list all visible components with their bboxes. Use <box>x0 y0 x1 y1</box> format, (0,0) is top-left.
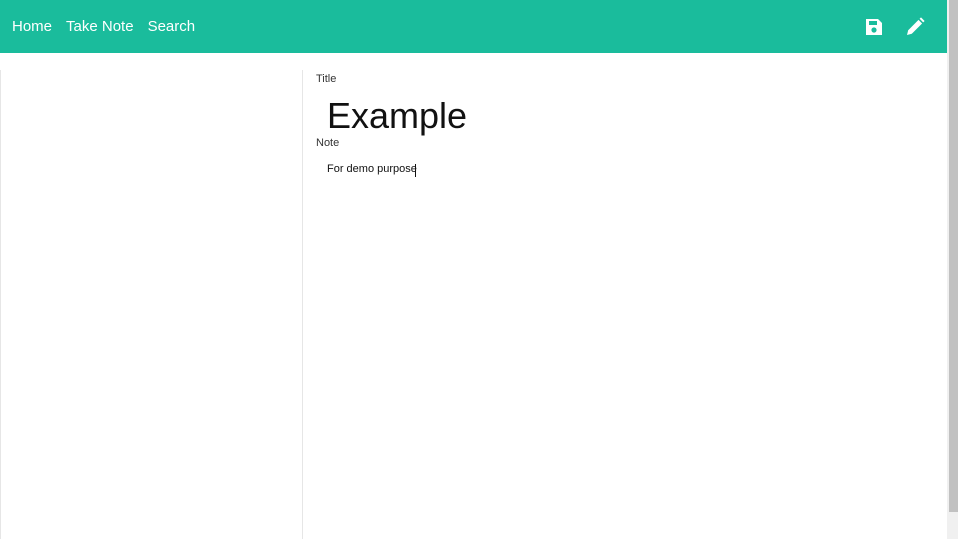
nav-links: Home Take Note Search <box>0 18 209 35</box>
nav-home-link[interactable]: Home <box>12 18 52 35</box>
edit-button[interactable] <box>904 16 926 38</box>
title-input[interactable] <box>316 90 927 142</box>
page-scrollbar[interactable] <box>947 0 958 539</box>
save-icon <box>866 18 882 35</box>
nav-search-link[interactable]: Search <box>148 18 196 35</box>
app-page: Home Take Note Search Title No <box>0 0 958 539</box>
save-button[interactable] <box>863 16 885 38</box>
top-navbar: Home Take Note Search <box>0 0 947 53</box>
note-textarea[interactable]: For demo purpose <box>316 160 927 363</box>
title-label: Title <box>316 73 337 85</box>
note-editor: Title Note For demo purpose <box>304 70 947 539</box>
notes-sidebar <box>0 70 303 539</box>
text-caret <box>415 164 416 177</box>
nav-take-note-link[interactable]: Take Note <box>66 18 134 35</box>
note-label: Note <box>316 137 340 149</box>
pencil-icon <box>907 16 925 35</box>
nav-actions <box>863 16 947 38</box>
scrollbar-thumb[interactable] <box>949 0 958 512</box>
